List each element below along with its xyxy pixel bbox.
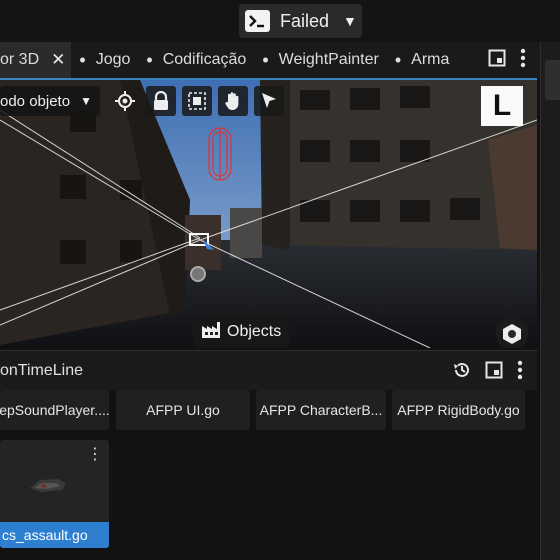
asset-item[interactable]: epSoundPlayer....: [0, 390, 109, 430]
tab-label: Arma: [411, 51, 450, 68]
caret-down-icon: ▼: [343, 13, 357, 29]
dot-icon: •: [79, 49, 86, 70]
viewport-settings-icon[interactable]: [496, 318, 528, 348]
dot-icon: •: [262, 49, 269, 70]
scene-viewport[interactable]: odo objeto ▼ L Objects: [0, 78, 537, 348]
more-vertical-icon[interactable]: [520, 48, 526, 73]
timeline-panel-header: onTimeLine: [0, 350, 537, 390]
tab-codificacao[interactable]: • Codificação: [138, 42, 254, 78]
scene-render: [0, 80, 537, 348]
history-icon[interactable]: [453, 361, 471, 384]
top-bar: Failed ▼: [0, 0, 560, 42]
objects-button[interactable]: Objects: [193, 316, 290, 348]
terminal-icon: [245, 10, 270, 32]
tab-arma[interactable]: • Arma: [387, 42, 458, 78]
dot-icon: •: [394, 49, 402, 70]
tab-weightpainter[interactable]: • WeightPainter: [254, 42, 387, 78]
objects-label: Objects: [227, 323, 282, 340]
asset-card-label: cs_assault.go: [0, 522, 109, 548]
tab-label: WeightPainter: [278, 51, 379, 68]
tab-label: or 3D: [0, 51, 40, 68]
caret-down-icon: ▼: [80, 94, 92, 108]
hand-icon[interactable]: [217, 86, 248, 116]
asset-item[interactable]: AFPP CharacterB...: [256, 390, 386, 430]
cursor-arrow-icon[interactable]: [253, 86, 284, 116]
close-icon[interactable]: ✕: [51, 50, 65, 70]
asset-item[interactable]: AFPP RigidBody.go: [392, 390, 525, 430]
local-space-toggle[interactable]: L: [481, 86, 523, 126]
select-group-icon[interactable]: [181, 86, 212, 116]
viewport-toolbar: odo objeto ▼: [0, 86, 284, 116]
side-panel-edge: [540, 42, 560, 560]
asset-card-selected[interactable]: ⋮ cs_assault.go: [0, 440, 109, 548]
more-vertical-icon[interactable]: ⋮: [87, 444, 103, 464]
more-vertical-icon[interactable]: [517, 360, 523, 385]
panel-title: onTimeLine: [0, 361, 84, 379]
tab-editor-3d[interactable]: or 3D ✕: [0, 42, 72, 78]
model-thumbnail: [30, 479, 66, 492]
factory-icon: [201, 321, 221, 344]
run-status-dropdown[interactable]: Failed ▼: [239, 4, 362, 38]
editor-tab-bar: or 3D ✕ • Jogo • Codificação • WeightPai…: [0, 42, 540, 78]
status-label: Failed: [280, 10, 330, 31]
tab-jogo[interactable]: • Jogo: [71, 42, 138, 78]
selection-mode-dropdown[interactable]: odo objeto ▼: [0, 86, 100, 116]
lock-icon[interactable]: [145, 86, 176, 116]
tab-label: Codificação: [162, 51, 247, 68]
asset-grid: epSoundPlayer.... AFPP UI.go AFPP Charac…: [0, 390, 537, 560]
mode-label: odo objeto: [0, 92, 71, 110]
maximize-icon[interactable]: [488, 49, 506, 72]
asset-item[interactable]: AFPP UI.go: [116, 390, 250, 430]
maximize-icon[interactable]: [485, 361, 503, 384]
target-icon[interactable]: [110, 86, 140, 116]
tab-label: Jogo: [95, 51, 131, 68]
side-tab[interactable]: [545, 60, 560, 100]
dot-icon: •: [146, 49, 153, 70]
